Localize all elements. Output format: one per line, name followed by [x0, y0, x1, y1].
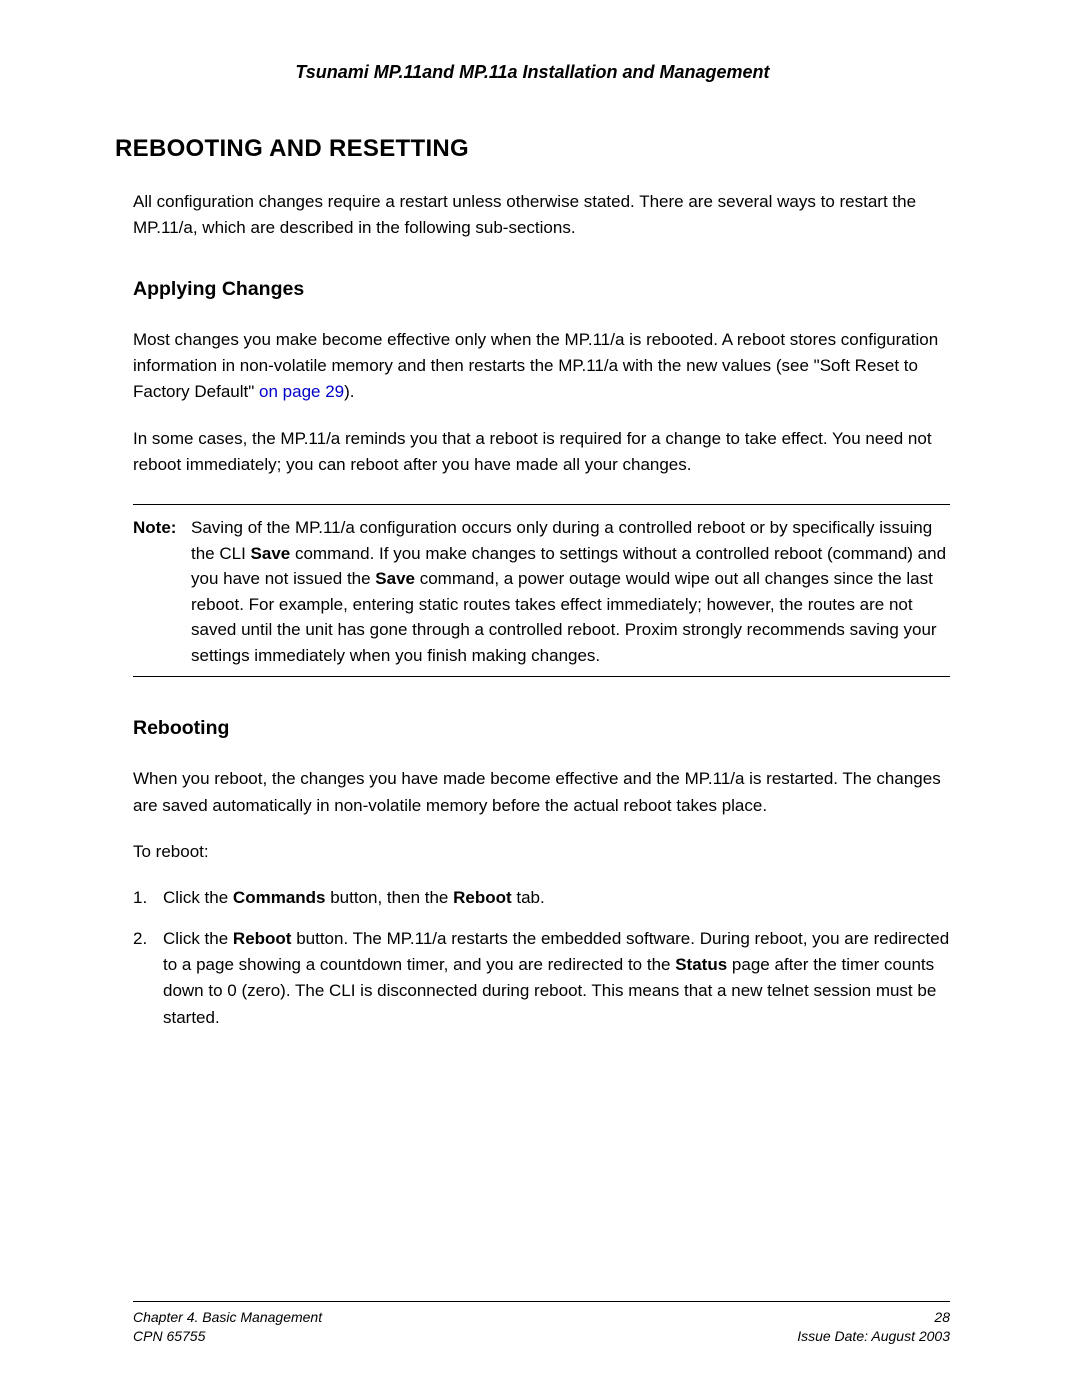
note-label: Note: [133, 515, 191, 668]
steps-list: 1. Click the Commands button, then the R… [133, 885, 950, 1031]
footer-divider [133, 1301, 950, 1302]
note-box: Note: Saving of the MP.11/a configuratio… [133, 504, 950, 677]
note-text: Saving of the MP.11/a configuration occu… [191, 515, 950, 668]
text-segment: ). [344, 382, 354, 401]
step-text: Click the Commands button, then the Rebo… [163, 885, 950, 911]
paragraph-applying-changes-1: Most changes you make become effective o… [133, 327, 950, 406]
bold-text: Save [251, 544, 291, 563]
bold-text: Commands [233, 888, 326, 907]
section-heading-rebooting: Rebooting [133, 717, 950, 740]
text-segment: Click the [163, 929, 233, 948]
section-heading-applying-changes: Applying Changes [133, 278, 950, 301]
page-link[interactable]: on page 29 [259, 382, 344, 401]
step-item: 1. Click the Commands button, then the R… [133, 885, 950, 911]
paragraph-applying-changes-2: In some cases, the MP.11/a reminds you t… [133, 426, 950, 479]
footer-chapter: Chapter 4. Basic Management [133, 1308, 322, 1328]
bold-text: Status [675, 955, 727, 974]
step-number: 1. [133, 885, 163, 911]
text-segment: Click the [163, 888, 233, 907]
step-item: 2. Click the Reboot button. The MP.11/a … [133, 926, 950, 1031]
footer-issue-date: Issue Date: August 2003 [797, 1327, 950, 1347]
step-text: Click the Reboot button. The MP.11/a res… [163, 926, 950, 1031]
intro-paragraph: All configuration changes require a rest… [133, 189, 950, 242]
paragraph-rebooting-2: To reboot: [133, 839, 950, 865]
footer-cpn: CPN 65755 [133, 1327, 205, 1347]
page-footer: Chapter 4. Basic Management 28 CPN 65755… [133, 1301, 950, 1347]
main-heading: REBOOTING AND RESETTING [115, 135, 950, 163]
bold-text: Reboot [233, 929, 292, 948]
text-segment: Most changes you make become effective o… [133, 330, 938, 402]
bold-text: Reboot [453, 888, 512, 907]
step-number: 2. [133, 926, 163, 1031]
text-segment: button, then the [326, 888, 454, 907]
document-header: Tsunami MP.11and MP.11a Installation and… [115, 62, 950, 83]
text-segment: tab. [512, 888, 545, 907]
footer-page-number: 28 [934, 1308, 950, 1328]
paragraph-rebooting-1: When you reboot, the changes you have ma… [133, 766, 950, 819]
bold-text: Save [375, 569, 415, 588]
